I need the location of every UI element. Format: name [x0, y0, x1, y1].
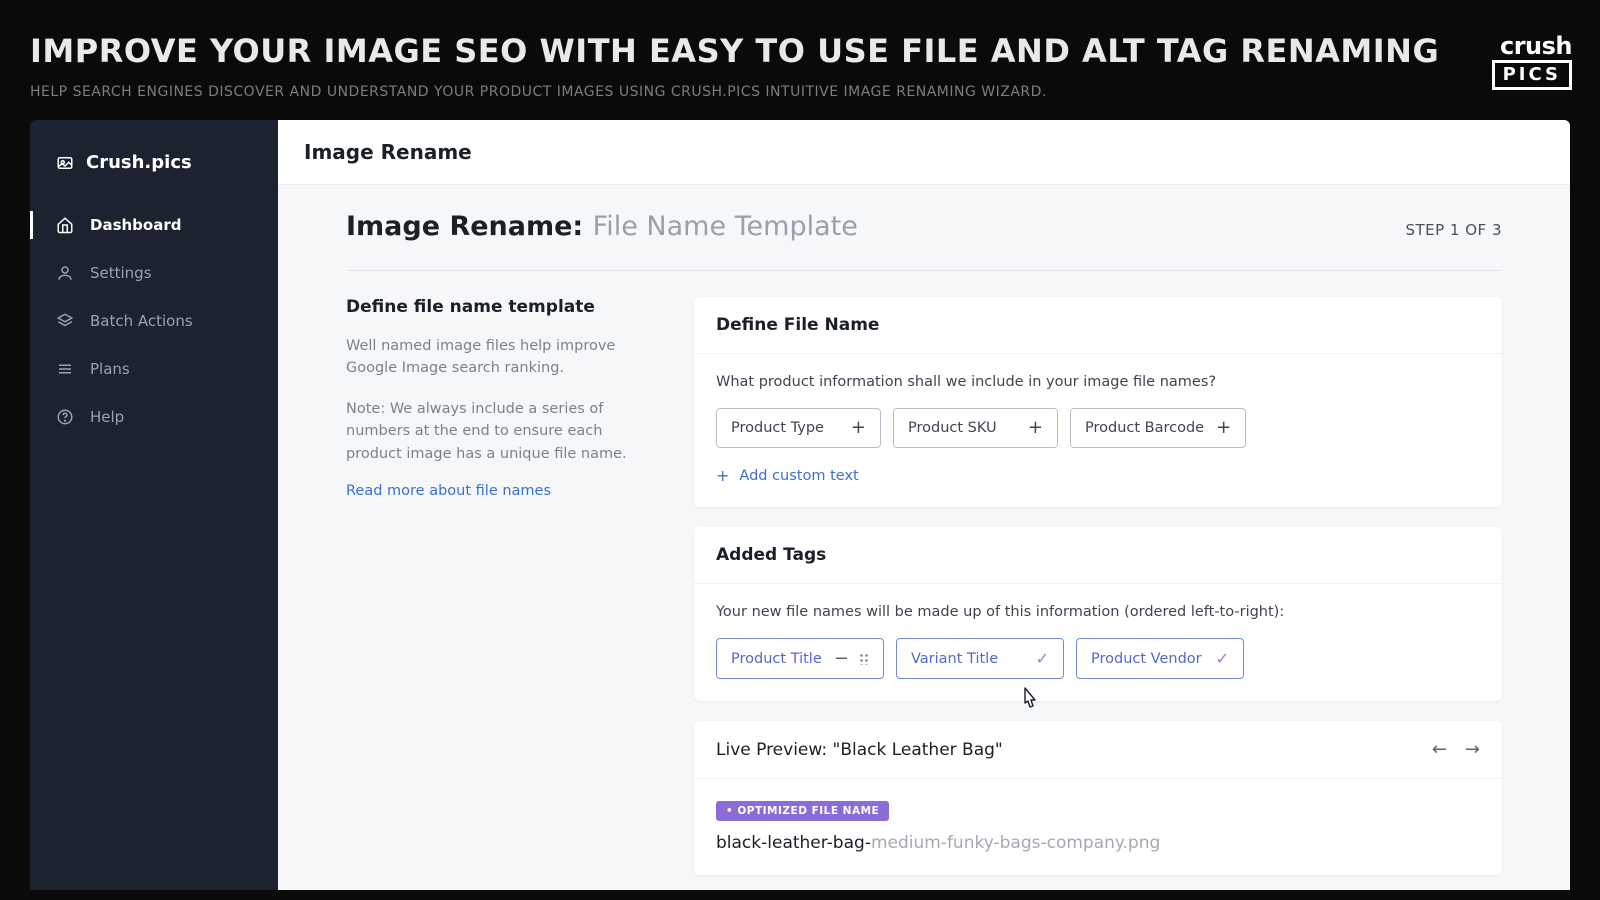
sidebar-item-label: Dashboard: [90, 216, 181, 234]
sidebar-item-label: Plans: [90, 360, 130, 378]
optimized-badge: • OPTIMIZED FILE NAME: [716, 801, 889, 821]
sidebar-item-label: Settings: [90, 264, 152, 282]
tag-label: Product SKU: [908, 420, 997, 436]
add-custom-text-button[interactable]: + Add custom text: [716, 466, 859, 485]
filename-muted: medium-funky-bags-company.png: [871, 833, 1160, 853]
sidebar: Crush.pics Dashboard Settings Batch Acti…: [30, 120, 278, 890]
preview-prev-button[interactable]: ←: [1432, 739, 1447, 760]
content-header: Image Rename: [278, 120, 1570, 185]
check-icon: ✓: [1216, 649, 1229, 668]
tag-label: Product Title: [731, 651, 822, 667]
add-custom-label: Add custom text: [739, 468, 858, 484]
brand-logo-top: crush: [1492, 34, 1572, 58]
tag-label: Product Type: [731, 420, 824, 436]
card-desc: What product information shall we includ…: [716, 374, 1480, 390]
sidebar-item-label: Batch Actions: [90, 312, 193, 330]
card-desc: Your new file names will be made up of t…: [716, 604, 1480, 620]
hero-title: IMPROVE YOUR IMAGE SEO WITH EASY TO USE …: [30, 32, 1570, 70]
step-indicator: STEP 1 OF 3: [1405, 221, 1502, 239]
tag-label: Product Barcode: [1085, 420, 1204, 436]
plus-icon: +: [716, 466, 729, 485]
remove-icon[interactable]: −: [834, 650, 849, 668]
check-icon: ✓: [1036, 649, 1049, 668]
page-title: Image Rename: File Name Template: [346, 211, 858, 242]
page-title-prefix: Image Rename:: [346, 211, 583, 242]
menu-icon: [56, 360, 74, 378]
home-icon: [56, 216, 74, 234]
added-tag-product-vendor[interactable]: Product Vendor ✓: [1076, 638, 1244, 679]
card-define-filename: Define File Name What product informatio…: [694, 297, 1502, 507]
user-icon: [56, 264, 74, 282]
brand-logo-bottom: PICS: [1503, 64, 1561, 85]
sidebar-item-dashboard[interactable]: Dashboard: [30, 201, 278, 249]
preview-filename: black-leather-bag-medium-funky-bags-comp…: [716, 833, 1480, 853]
filename-strong: black-leather-bag-: [716, 833, 871, 853]
sidebar-brand[interactable]: Crush.pics: [30, 140, 278, 201]
tag-label: Variant Title: [911, 651, 998, 667]
sidebar-brand-label: Crush.pics: [86, 152, 192, 173]
preview-title: Live Preview: "Black Leather Bag": [716, 740, 1003, 760]
sidebar-item-settings[interactable]: Settings: [30, 249, 278, 297]
content: Image Rename Image Rename: File Name Tem…: [278, 120, 1570, 890]
left-heading: Define file name template: [346, 297, 646, 317]
card-header: Define File Name: [694, 297, 1502, 354]
help-icon: [56, 408, 74, 426]
drag-handle-icon[interactable]: [859, 653, 869, 665]
card-live-preview: Live Preview: "Black Leather Bag" ← → • …: [694, 721, 1502, 875]
left-paragraph-2: Note: We always include a series of numb…: [346, 398, 646, 465]
sidebar-item-plans[interactable]: Plans: [30, 345, 278, 393]
added-tag-product-title[interactable]: Product Title −: [716, 638, 884, 679]
added-tag-variant-title[interactable]: Variant Title ✓: [896, 638, 1064, 679]
page-title-suffix: File Name Template: [593, 211, 858, 242]
hero-subtitle: HELP SEARCH ENGINES DISCOVER AND UNDERST…: [30, 84, 1570, 100]
hero-banner: IMPROVE YOUR IMAGE SEO WITH EASY TO USE …: [0, 0, 1600, 120]
card-added-tags: Added Tags Your new file names will be m…: [694, 527, 1502, 701]
plus-icon: +: [1028, 419, 1043, 437]
preview-next-button[interactable]: →: [1465, 739, 1480, 760]
tag-label: Product Vendor: [1091, 651, 1202, 667]
app-icon: [56, 154, 74, 172]
plus-icon: +: [851, 419, 866, 437]
tag-option-product-sku[interactable]: Product SKU +: [893, 408, 1058, 448]
plus-icon: +: [1216, 419, 1231, 437]
tag-option-product-type[interactable]: Product Type +: [716, 408, 881, 448]
card-header: Added Tags: [694, 527, 1502, 584]
tag-option-product-barcode[interactable]: Product Barcode +: [1070, 408, 1246, 448]
layers-icon: [56, 312, 74, 330]
brand-logo: crush PICS: [1492, 34, 1572, 90]
sidebar-item-batch-actions[interactable]: Batch Actions: [30, 297, 278, 345]
read-more-link[interactable]: Read more about file names: [346, 483, 646, 499]
left-paragraph-1: Well named image files help improve Goog…: [346, 335, 646, 380]
sidebar-item-help[interactable]: Help: [30, 393, 278, 441]
sidebar-item-label: Help: [90, 408, 124, 426]
